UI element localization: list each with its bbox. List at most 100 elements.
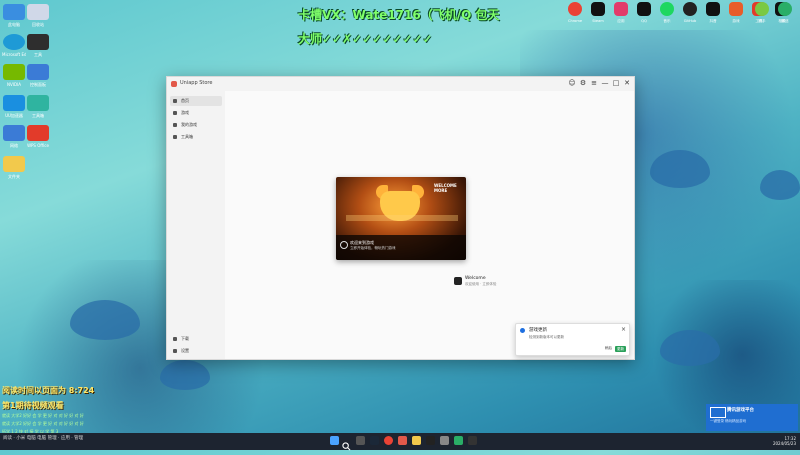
card-strip [346, 215, 458, 221]
desktop-icon-label: 工具箱 [32, 113, 44, 118]
search-icon[interactable] [342, 436, 351, 451]
desktop-icon-label: 控制面板 [30, 82, 46, 87]
toolbox-icon[interactable] [27, 95, 49, 111]
taskbar-left-text: 阅读 · 小米 电脑 电脑 管理 · 应用 · 管理 [3, 436, 84, 441]
nvidia-icon[interactable] [3, 64, 25, 80]
top-icon-label: 抖音 [709, 19, 717, 23]
sidebar-item-label: 下载 [181, 336, 189, 341]
overlay-left-small2: 就读 大学2 好好 会 学 更 好 对 对 好 好 对 好 [2, 421, 84, 426]
app-logo-icon [171, 81, 177, 87]
top-icon-label: Steam [592, 19, 604, 23]
tray-date: 2024/05/23 [772, 441, 796, 446]
recycle-bin-icon[interactable] [27, 4, 49, 20]
desktop-icon-label: 网络 [10, 143, 18, 148]
toast-text: 检测到新版本可以更新 [529, 335, 564, 339]
badge-subtitle: 一键登录 畅玩精品游戏 [710, 419, 747, 423]
desktop-icon-label: UU加速器 [5, 113, 23, 118]
media-taskbar-icon[interactable] [426, 436, 435, 445]
steam-icon[interactable] [591, 2, 605, 16]
sidebar-item-label: 游戏 [181, 110, 189, 115]
app-icon[interactable] [614, 2, 628, 16]
game-icon[interactable] [729, 2, 743, 16]
github-icon[interactable] [683, 2, 697, 16]
game-name[interactable]: Welcome [465, 276, 486, 281]
wechat-taskbar-icon[interactable] [454, 436, 463, 445]
sidebar-item-games[interactable]: 游戏 [170, 108, 222, 118]
sidebar-item-downloads[interactable]: 下载 [170, 334, 222, 344]
edge-icon[interactable] [3, 34, 25, 50]
network-icon[interactable] [3, 125, 25, 141]
card-banner: 欢迎来到游戏 立即开始体验，畅玩热门游戏 [336, 235, 466, 260]
top-icon-label: 音乐 [663, 19, 671, 23]
control-panel-icon[interactable] [27, 64, 49, 80]
task-view-icon[interactable] [356, 436, 365, 445]
wps-icon[interactable] [27, 125, 49, 141]
later-button[interactable]: 稍后 [605, 346, 612, 351]
top-icon-label: 微信 [781, 19, 789, 23]
top-icon-label: 游戏 [732, 19, 740, 23]
desktop-icon-label: 此电脑 [8, 22, 20, 27]
desktop-icon-label: WPS Office [27, 143, 49, 148]
menu-icon[interactable]: ≡ [589, 78, 599, 88]
sidebar-item-label: 首页 [181, 98, 189, 103]
sidebar: 首页 游戏 我的游戏 工具箱 下载 设置 [167, 91, 225, 359]
steam-taskbar-icon[interactable] [370, 436, 379, 445]
sidebar-item-toolbox[interactable]: 工具箱 [170, 132, 222, 142]
desktop-icon-label: NVIDIA [7, 82, 21, 87]
overlay-title-line1: 卡槽VX：Wate1716（飞机/Q 包天 [298, 8, 500, 22]
game-card[interactable]: WELCOME MORE 欢迎来到游戏 立即开始体验，畅玩热门游戏 [336, 177, 466, 260]
desktop-icon-label: Microsoft Edge [2, 52, 26, 57]
chrome-taskbar-icon[interactable] [384, 436, 393, 445]
uu-accelerator-icon[interactable] [3, 95, 25, 111]
sidebar-item-my-games[interactable]: 我的游戏 [170, 120, 222, 130]
tool-icon[interactable] [27, 34, 49, 50]
platform-logo-icon [710, 407, 726, 418]
update-button[interactable]: 更新 [615, 346, 626, 352]
notification-toast: 游戏更新 检测到新版本可以更新 × 稍后 更新 [515, 323, 630, 356]
user-icon[interactable]: ☺ [567, 78, 577, 88]
info-icon [520, 328, 525, 333]
maximize-button[interactable]: □ [611, 78, 621, 88]
settings-icon[interactable]: ⚙ [578, 78, 588, 88]
play-icon[interactable] [340, 241, 348, 249]
close-icon[interactable]: × [621, 326, 626, 333]
minimize-button[interactable]: — [600, 78, 610, 88]
title-bar[interactable]: Uniapp Store ☺ ⚙ ≡ — □ ✕ [167, 77, 634, 91]
library-icon [173, 123, 177, 127]
this-pc-icon[interactable] [3, 4, 25, 20]
desktop-icon-label: 文件夹 [8, 174, 20, 179]
sidebar-item-label: 我的游戏 [181, 122, 197, 127]
top-icon-label: GitHub [683, 19, 697, 23]
main-content: WELCOME MORE 欢迎来到游戏 立即开始体验，畅玩热门游戏 Welcom… [225, 91, 634, 359]
system-tray[interactable]: 17:32 2024/05/23 [773, 436, 796, 446]
assistant-green-icon[interactable] [755, 2, 769, 16]
window-title: Uniapp Store [180, 80, 213, 86]
game-subtitle: 欢迎使用 · 立即体验 [465, 282, 497, 286]
folder-taskbar-icon[interactable] [412, 436, 421, 445]
douyin-icon[interactable] [706, 2, 720, 16]
promo-badge[interactable]: 腾讯游戏平台 一键登录 畅玩精品游戏 [706, 404, 798, 431]
music-icon[interactable] [660, 2, 674, 16]
overlay-left-text: 阅读时间以页面为 8:724 第1期待视频观看 就读 大学2 好好 会 学 更 … [2, 385, 94, 435]
wechat-icon[interactable] [778, 2, 792, 16]
desktop-icon-label: 工具 [34, 52, 42, 57]
terminal-taskbar-icon[interactable] [468, 436, 477, 445]
close-button[interactable]: ✕ [622, 78, 632, 88]
game-logo-icon [454, 277, 462, 285]
sidebar-item-settings[interactable]: 设置 [170, 346, 222, 356]
top-icon-label: QQ [641, 19, 647, 23]
overlay-title-line2: 大师✓✓✗✓✓✓✓✓✓✓✓ [298, 32, 433, 46]
games-icon [173, 111, 177, 115]
store-taskbar-icon[interactable] [440, 436, 449, 445]
app-taskbar-icon[interactable] [398, 436, 407, 445]
chrome-icon[interactable] [568, 2, 582, 16]
card-tag: WELCOME MORE [434, 183, 457, 193]
wrench-icon [173, 135, 177, 139]
qq-icon[interactable] [637, 2, 651, 16]
top-icon-label: 应用 [617, 19, 625, 23]
sidebar-item-home[interactable]: 首页 [170, 96, 222, 106]
folder-icon[interactable] [3, 156, 25, 172]
windows-start-icon[interactable] [330, 436, 339, 445]
window-controls: ☺ ⚙ ≡ — □ ✕ [567, 78, 632, 88]
home-icon [173, 99, 177, 103]
